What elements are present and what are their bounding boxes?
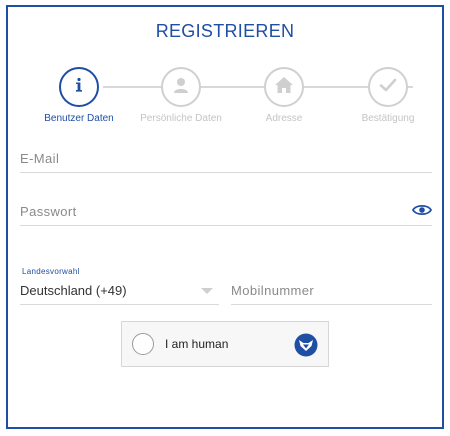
info-icon: [72, 77, 86, 98]
email-placeholder: E-Mail: [20, 151, 60, 166]
fox-logo-icon: [294, 333, 318, 362]
mobile-placeholder: Mobilnummer: [231, 283, 315, 298]
step-circle: [264, 67, 304, 107]
captcha-text: I am human: [165, 337, 229, 351]
eye-icon[interactable]: [411, 203, 433, 222]
country-code-value: Deutschland (+49): [20, 283, 127, 298]
home-icon: [274, 76, 294, 99]
step-label: Benutzer Daten: [44, 113, 114, 124]
step-bestaetigung[interactable]: Bestätigung: [345, 67, 431, 124]
step-label: Persönliche Daten: [140, 113, 222, 124]
password-placeholder: Passwort: [20, 204, 77, 219]
step-adresse[interactable]: Adresse: [241, 67, 327, 124]
human-verification-widget: I am human: [121, 321, 329, 367]
step-circle: [59, 67, 99, 107]
step-benutzer-daten[interactable]: Benutzer Daten: [36, 67, 122, 124]
country-code-label: Landesvorwahl: [22, 267, 80, 276]
step-persoenliche-daten[interactable]: Persönliche Daten: [138, 67, 224, 124]
password-field[interactable]: Passwort: [20, 200, 433, 226]
country-code-select[interactable]: Deutschland (+49): [20, 279, 219, 305]
step-label: Adresse: [265, 113, 303, 124]
progress-stepper: Benutzer Daten Persönliche Daten Adresse…: [8, 59, 442, 129]
check-icon: [379, 77, 397, 98]
mobile-number-field[interactable]: Mobilnummer: [231, 279, 432, 305]
person-icon: [172, 76, 190, 99]
page-title: REGISTRIEREN: [155, 21, 295, 41]
registration-card: REGISTRIEREN Benutzer Daten Persönliche …: [6, 5, 444, 429]
step-circle: [161, 67, 201, 107]
step-label: Bestätigung: [361, 113, 415, 124]
email-field[interactable]: E-Mail: [20, 147, 432, 173]
step-circle: [368, 67, 408, 107]
chevron-down-icon: [201, 288, 213, 294]
human-checkbox[interactable]: [132, 333, 154, 355]
